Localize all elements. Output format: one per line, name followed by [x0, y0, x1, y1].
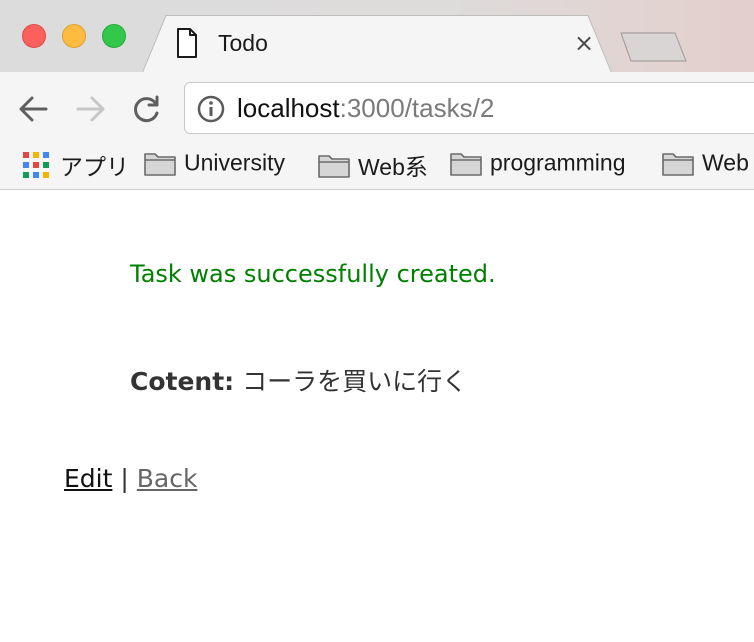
- window-minimize-button[interactable]: [62, 24, 86, 48]
- back-arrow-icon[interactable]: [16, 94, 52, 124]
- info-icon[interactable]: [197, 95, 225, 123]
- edit-link[interactable]: Edit: [64, 464, 112, 493]
- folder-icon: [318, 155, 350, 178]
- field-value: コーラを買いに行く: [242, 367, 468, 396]
- bookmark-folder-programming[interactable]: programming: [450, 148, 626, 182]
- bookmarks-bar: アプリ University Web系 programming Web: [0, 142, 754, 190]
- folder-icon: [450, 153, 482, 176]
- bookmark-apps[interactable]: アプリ: [22, 148, 129, 182]
- field-label: Cotent:: [130, 367, 235, 396]
- url-path: :3000/tasks/2: [339, 93, 495, 123]
- bookmark-label: Web系: [358, 154, 428, 180]
- browser-toolbar: localhost:3000/tasks/2: [0, 72, 754, 142]
- bookmark-folder-university[interactable]: University: [144, 148, 285, 182]
- forward-arrow-icon[interactable]: [72, 94, 108, 124]
- close-icon[interactable]: ×: [572, 30, 596, 56]
- window-close-button[interactable]: [22, 24, 46, 48]
- reload-icon[interactable]: [128, 94, 164, 124]
- new-tab-button[interactable]: [620, 32, 688, 62]
- address-bar[interactable]: localhost:3000/tasks/2: [184, 82, 754, 134]
- folder-icon: [662, 153, 694, 176]
- back-link[interactable]: Back: [137, 464, 198, 493]
- page-icon: [177, 28, 197, 58]
- bookmark-label: アプリ: [60, 154, 129, 180]
- folder-icon: [144, 153, 176, 176]
- url-host: localhost: [237, 93, 340, 123]
- tab-title: Todo: [218, 30, 268, 56]
- task-content-field: Cotent: コーラを買いに行く: [130, 362, 467, 398]
- url-text[interactable]: localhost:3000/tasks/2: [237, 93, 494, 124]
- bookmark-label: programming: [490, 149, 626, 176]
- bookmark-folder-web[interactable]: Web系: [318, 148, 428, 182]
- bookmark-label: University: [184, 149, 285, 176]
- browser-tab-todo[interactable]: [142, 15, 612, 72]
- window-maximize-button[interactable]: [102, 24, 126, 48]
- bookmark-label: Web: [702, 149, 749, 176]
- apps-grid-icon: [23, 152, 49, 178]
- link-separator: |: [120, 464, 129, 493]
- bookmark-folder-web-2[interactable]: Web: [662, 148, 749, 182]
- action-links: Edit | Back: [64, 464, 197, 493]
- flash-notice: Task was successfully created.: [130, 260, 496, 288]
